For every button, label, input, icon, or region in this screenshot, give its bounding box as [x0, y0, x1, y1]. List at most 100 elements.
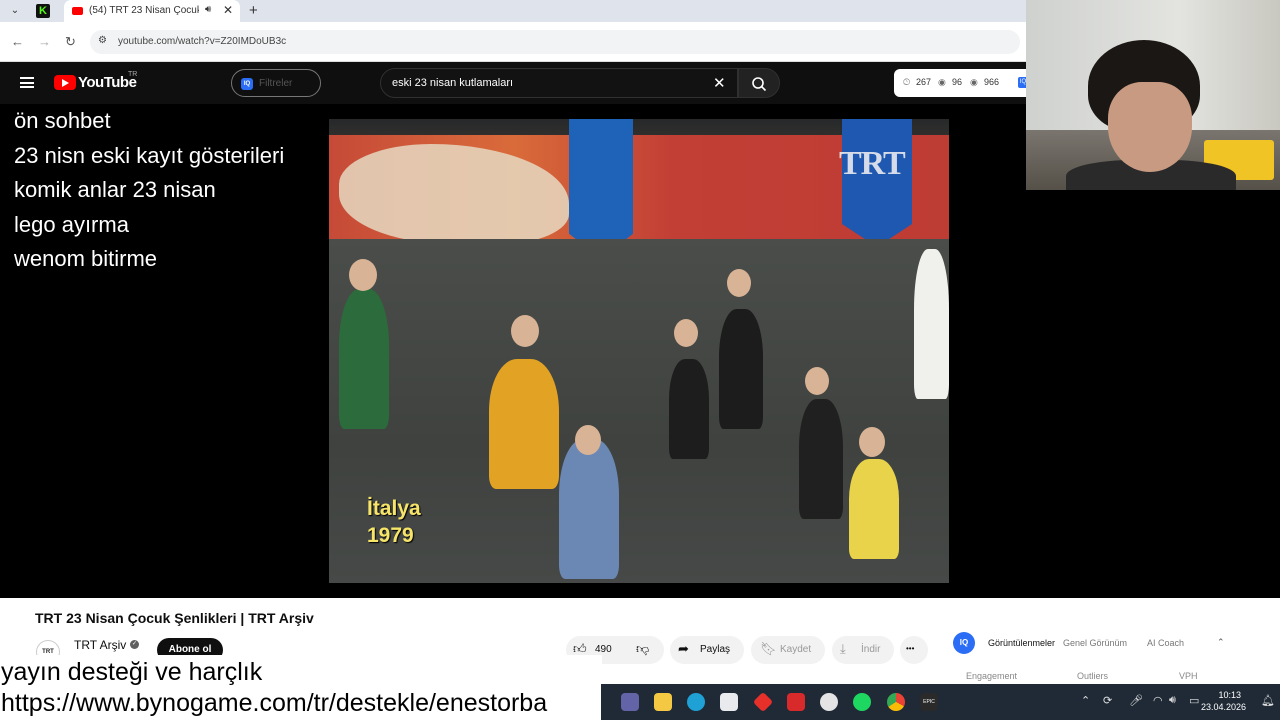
video-dancer — [669, 359, 709, 459]
stat-1: 267 — [916, 77, 932, 87]
share-icon: ➦ — [678, 641, 689, 656]
search-input[interactable]: eski 23 nisan kutlamaları ✕ — [380, 68, 738, 98]
topic-item: lego ayırma — [14, 211, 129, 237]
video-dancer — [849, 459, 899, 559]
clock-time: 10:13 — [1218, 690, 1241, 700]
search-button[interactable] — [738, 68, 780, 98]
tab-close-icon[interactable]: ✕ — [223, 3, 233, 17]
dislike-icon[interactable]: 👎︎ — [636, 641, 649, 657]
battery-icon[interactable]: ▭ — [1189, 694, 1199, 707]
notification-bell-icon[interactable]: 🔔︎ — [1261, 694, 1275, 707]
webcam-overlay — [1026, 0, 1280, 190]
clock[interactable]: 10:13 23.04.2026 — [1201, 689, 1247, 713]
download-button[interactable]: ⤓ İndir — [832, 636, 894, 664]
forward-arrow-icon[interactable]: → — [38, 34, 51, 49]
back-arrow-icon[interactable]: ← — [11, 34, 24, 49]
share-button[interactable]: ➦ Paylaş — [670, 636, 744, 664]
caption-country: İtalya — [367, 497, 421, 520]
epic-games-icon[interactable]: EPIC — [920, 693, 938, 711]
edge-icon[interactable] — [687, 693, 705, 711]
mcafee-icon[interactable] — [787, 693, 805, 711]
tab-audio-icon[interactable]: 🔊︎ — [205, 4, 211, 15]
reload-icon[interactable]: ↻ — [65, 34, 76, 50]
channel-name[interactable]: TRT Arşiv — [74, 638, 126, 652]
tab-search-chevron-icon[interactable]: ⌄ — [8, 4, 22, 18]
kick-tab[interactable]: K — [36, 4, 52, 18]
url-text: youtube.com/watch?v=Z20IMDoUB3c — [118, 36, 287, 47]
windows-taskbar: EPIC ⌃ ⟳ 🎤︎ ◠ 🔊︎ ▭ 10:13 23.04.2026 🔔︎ — [601, 684, 1280, 720]
iq-tab-views[interactable]: Görüntülenmeler — [988, 638, 1055, 648]
video-title: TRT 23 Nisan Çocuk Şenlikleri | TRT Arşi… — [35, 610, 314, 626]
video-caption: İtalya 1979 — [367, 495, 421, 549]
topic-item: wenom bitirme — [14, 246, 158, 271]
chrome-icon[interactable] — [887, 693, 905, 711]
filters-label: Filtreler — [259, 78, 293, 89]
topic-item: 23 nisn eski kayıt gösterileri — [14, 142, 285, 168]
iq-icon: IQ — [241, 78, 253, 90]
eye-icon: ◉ — [938, 77, 946, 87]
wifi-icon[interactable]: ◠ — [1153, 694, 1163, 707]
clock-icon: 🕒︎ — [903, 77, 911, 87]
teams-icon[interactable] — [621, 693, 639, 711]
clear-search-icon[interactable]: ✕ — [713, 74, 726, 92]
video-dancer — [719, 309, 763, 429]
spotify-icon[interactable] — [853, 693, 871, 711]
obs-icon[interactable] — [820, 693, 838, 711]
app-icon[interactable] — [752, 691, 774, 713]
topic-item: ön sohbet — [14, 108, 111, 133]
more-actions-button[interactable]: ••• — [900, 636, 928, 664]
donation-overlay: yayın desteği ve harçlık https://www.byn… — [0, 655, 602, 720]
donation-link: https://www.bynogame.com/tr/destekle/ene… — [1, 689, 548, 717]
youtube-favicon-icon — [72, 7, 83, 15]
youtube-logo-icon[interactable] — [54, 75, 76, 90]
video-dancer — [799, 399, 843, 519]
filters-button[interactable]: IQ Filtreler — [231, 69, 321, 97]
webcam-streamer-face — [1108, 82, 1192, 172]
video-dancer — [914, 249, 949, 399]
save-button[interactable]: 🔖︎ Kaydet — [751, 636, 825, 664]
download-label: İndir — [861, 644, 881, 655]
stat-3: 966 — [984, 77, 1000, 87]
menu-icon[interactable] — [20, 77, 34, 88]
tray-chevron-icon[interactable]: ⌃ — [1081, 694, 1090, 707]
video-dancer-head — [805, 367, 829, 395]
iq-logo-icon[interactable]: IQ — [953, 632, 975, 654]
caption-year: 1979 — [367, 524, 414, 547]
iq-tab-ai-coach[interactable]: AI Coach — [1147, 638, 1184, 648]
microphone-icon[interactable]: 🎤︎ — [1129, 694, 1143, 707]
video-dancer-head — [859, 427, 885, 457]
youtube-tab[interactable]: (54) TRT 23 Nisan Çocuk Şe 🔊︎ ✕ — [64, 0, 240, 22]
file-explorer-icon[interactable] — [654, 693, 672, 711]
tray-sync-icon[interactable]: ⟳ — [1103, 694, 1112, 707]
video-scene-flag — [842, 119, 912, 247]
video-dancer-head — [575, 425, 601, 455]
collapse-chevron-icon[interactable]: ⌃ — [1217, 637, 1225, 648]
donation-text: yayın desteği ve harçlık — [1, 658, 263, 686]
site-settings-icon[interactable]: ⚙ — [98, 35, 107, 46]
verified-icon: ✓ — [130, 640, 139, 649]
iq-sub-vph: VPH — [1179, 671, 1198, 681]
stat-2: 96 — [952, 77, 963, 87]
new-tab-button[interactable]: + — [249, 2, 258, 19]
video-dancer — [489, 359, 559, 489]
stream-topic-list: ön sohbet 23 nisn eski kayıt gösterileri… — [14, 108, 284, 281]
video-scene-flag — [569, 119, 633, 259]
video-dancer-head — [511, 315, 539, 347]
video-player[interactable]: TRT İtalya 1979 — [329, 119, 949, 583]
download-icon: ⤓ — [840, 641, 846, 656]
browser-tab-bar: ⌄ K (54) TRT 23 Nisan Çocuk Şe 🔊︎ ✕ + — [0, 0, 1026, 22]
volume-icon[interactable]: 🔊︎ — [1169, 694, 1176, 707]
topic-item: komik anlar 23 nisan — [14, 177, 216, 202]
share-label: Paylaş — [700, 644, 731, 655]
video-stats-widget: 🕒︎ 267 ◉ 96 ◉ 966 IQ — [894, 69, 1034, 97]
trt-watermark: TRT — [839, 145, 906, 182]
tab-title: (54) TRT 23 Nisan Çocuk Şe — [89, 5, 199, 16]
like-count[interactable]: 490 — [595, 644, 612, 655]
save-label: Kaydet — [780, 644, 812, 655]
url-field[interactable]: ⚙ youtube.com/watch?v=Z20IMDoUB3c — [90, 30, 1020, 54]
iq-tab-overview[interactable]: Genel Görünüm — [1063, 638, 1127, 648]
store-icon[interactable] — [720, 693, 738, 711]
clock-date: 23.04.2026 — [1201, 702, 1247, 712]
video-dancer-head — [674, 319, 698, 347]
iq-sub-engagement: Engagement — [966, 671, 1018, 681]
